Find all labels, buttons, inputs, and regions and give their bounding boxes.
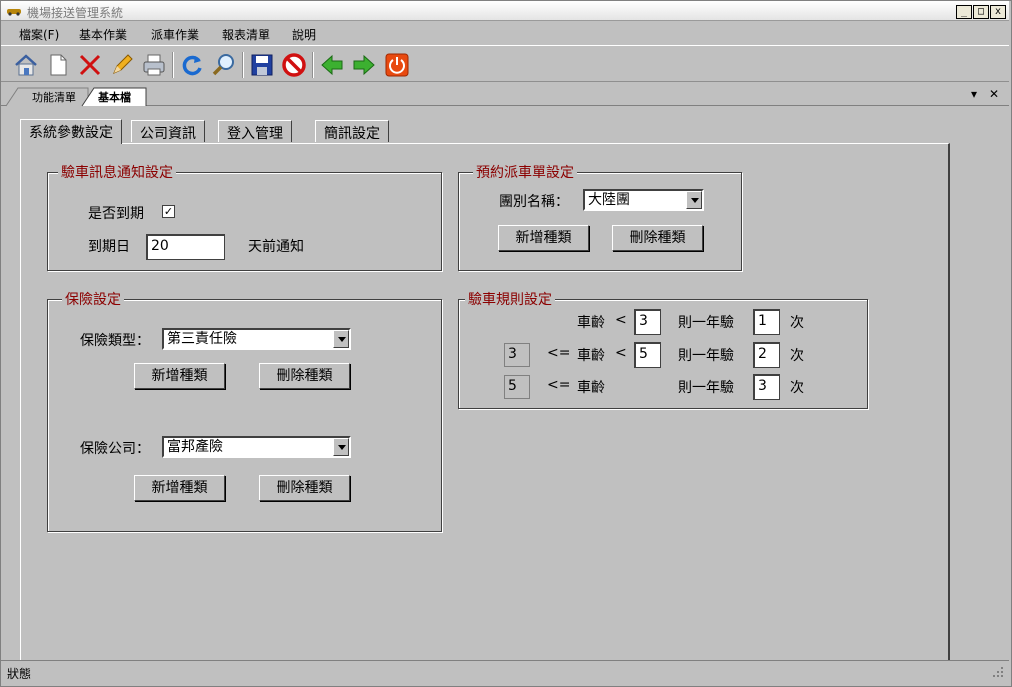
insurance-type-delete-button[interactable]: 刪除種類 bbox=[259, 363, 350, 389]
status-text: 狀態 bbox=[7, 667, 32, 681]
rule2-min-age-input: 3 bbox=[504, 343, 530, 367]
rule3-count-input[interactable]: 3 bbox=[753, 374, 780, 400]
chevron-down-icon[interactable] bbox=[333, 330, 349, 348]
insurance-type-add-button[interactable]: 新增種類 bbox=[134, 363, 225, 389]
insurance-type-value: 第三責任險 bbox=[167, 331, 237, 347]
rule1-count-input[interactable]: 1 bbox=[753, 309, 780, 335]
insurance-company-add-button[interactable]: 新增種類 bbox=[134, 475, 225, 501]
group-name-label: 團別名稱： bbox=[499, 194, 569, 210]
insurance-type-select[interactable]: 第三責任險 bbox=[162, 328, 351, 350]
insurance-group: 保險設定 保險類型： 第三責任險 新增種類 刪除種類 保險公司： 富邦產險 新增… bbox=[47, 289, 442, 532]
status-bar: 狀態 bbox=[1, 660, 1009, 685]
inspection-notice-title: 驗車訊息通知設定 bbox=[58, 162, 176, 182]
reservation-group: 預約派車單設定 團別名稱： 大陸團 新增種類 刪除種類 bbox=[458, 162, 742, 271]
expire-days-suffix: 天前通知 bbox=[248, 239, 304, 255]
rule1-age-label: 車齡 bbox=[577, 315, 605, 331]
reservation-add-button[interactable]: 新增種類 bbox=[498, 225, 589, 251]
insurance-company-label: 保險公司： bbox=[80, 441, 150, 457]
tab-company-info[interactable]: 公司資訊 bbox=[131, 120, 205, 142]
rule2-times-label: 次 bbox=[790, 348, 804, 364]
insurance-company-delete-button[interactable]: 刪除種類 bbox=[259, 475, 350, 501]
menu-file[interactable]: 檔案(F) bbox=[19, 26, 59, 43]
rule2-max-age-input[interactable]: 5 bbox=[634, 342, 661, 368]
home-icon[interactable] bbox=[11, 50, 40, 79]
rule1-lt: < bbox=[615, 312, 627, 328]
rule2-count-input[interactable]: 2 bbox=[753, 342, 780, 368]
toolbar-separator bbox=[172, 52, 174, 78]
rule2-le: <= bbox=[547, 345, 571, 361]
print-icon[interactable] bbox=[139, 50, 168, 79]
tab-list-dropdown[interactable]: ▾ bbox=[971, 87, 977, 101]
group-name-value: 大陸團 bbox=[588, 192, 630, 208]
document-tab-strip: 功能清單 基本檔 ▾ ✕ bbox=[1, 84, 1009, 107]
menu-dispatch-operations[interactable]: 派車作業 bbox=[151, 26, 199, 43]
minimize-button[interactable]: _ bbox=[956, 5, 972, 19]
insurance-title: 保險設定 bbox=[62, 289, 124, 309]
cancel-icon[interactable] bbox=[279, 50, 308, 79]
toolbar-separator bbox=[312, 52, 314, 78]
resize-grip-icon[interactable] bbox=[990, 665, 1004, 679]
delete-icon[interactable] bbox=[75, 50, 104, 79]
rule2-per-year-label: 則一年驗 bbox=[678, 348, 734, 364]
expire-days-label: 到期日 bbox=[88, 239, 130, 255]
insurance-type-label: 保險類型： bbox=[80, 333, 150, 349]
rule2-lt: < bbox=[615, 345, 627, 361]
menu-basic-operations[interactable]: 基本作業 bbox=[79, 26, 127, 43]
rule1-times-label: 次 bbox=[790, 315, 804, 331]
inspection-notice-group: 驗車訊息通知設定 是否到期 ✓ 到期日 20 天前通知 bbox=[47, 162, 442, 271]
insurance-company-select[interactable]: 富邦產險 bbox=[162, 436, 351, 458]
chevron-down-icon[interactable] bbox=[686, 191, 702, 209]
rule1-per-year-label: 則一年驗 bbox=[678, 315, 734, 331]
toolbar bbox=[1, 45, 1009, 82]
rule3-per-year-label: 則一年驗 bbox=[678, 380, 734, 396]
menu-help[interactable]: 說明 bbox=[292, 26, 316, 43]
inspection-rules-title: 驗車規則設定 bbox=[465, 289, 555, 309]
expire-label: 是否到期 bbox=[88, 206, 144, 222]
search-icon[interactable] bbox=[209, 50, 238, 79]
reservation-title: 預約派車單設定 bbox=[473, 162, 577, 182]
close-button[interactable]: x bbox=[990, 5, 1006, 19]
exit-icon[interactable] bbox=[382, 50, 411, 79]
expire-checkbox[interactable]: ✓ bbox=[162, 205, 175, 218]
tab-system-parameters[interactable]: 系統參數設定 bbox=[20, 119, 122, 144]
edit-icon[interactable] bbox=[107, 50, 136, 79]
inspection-rules-group: 驗車規則設定 車齡 < 3 則一年驗 1 次 3 <= 車齡 < 5 則一年驗 … bbox=[458, 289, 868, 409]
tab-close-button[interactable]: ✕ bbox=[989, 87, 999, 101]
tab-login-management[interactable]: 登入管理 bbox=[218, 120, 292, 142]
insurance-company-value: 富邦產險 bbox=[167, 439, 223, 455]
expire-days-input[interactable]: 20 bbox=[146, 234, 225, 260]
rule1-max-age-input[interactable]: 3 bbox=[634, 309, 661, 335]
rule3-min-age-input: 5 bbox=[504, 375, 530, 399]
prev-icon[interactable] bbox=[317, 50, 346, 79]
window-title: 機場接送管理系統 bbox=[27, 6, 124, 20]
app-car-icon bbox=[7, 9, 21, 16]
maximize-button[interactable]: □ bbox=[973, 5, 989, 19]
tab-sms-settings[interactable]: 簡訊設定 bbox=[315, 120, 389, 142]
toolbar-separator bbox=[242, 52, 244, 78]
tab-function-list[interactable]: 功能清單 bbox=[32, 89, 76, 105]
next-icon[interactable] bbox=[349, 50, 378, 79]
rule3-le: <= bbox=[547, 377, 571, 393]
group-name-select[interactable]: 大陸團 bbox=[583, 189, 704, 211]
rule2-age-label: 車齡 bbox=[577, 348, 605, 364]
tab-basic-file[interactable]: 基本檔 bbox=[98, 89, 131, 105]
refresh-icon[interactable] bbox=[177, 50, 206, 79]
menu-report-list[interactable]: 報表清單 bbox=[222, 26, 270, 43]
new-doc-icon[interactable] bbox=[43, 50, 72, 79]
reservation-delete-button[interactable]: 刪除種類 bbox=[612, 225, 703, 251]
rule3-age-label: 車齡 bbox=[577, 380, 605, 396]
title-bar: 機場接送管理系統 _ □ x bbox=[1, 1, 1009, 21]
save-icon[interactable] bbox=[247, 50, 276, 79]
document-tab-shapes bbox=[5, 87, 147, 107]
chevron-down-icon[interactable] bbox=[333, 438, 349, 456]
menu-bar: 檔案(F) 基本作業 派車作業 報表清單 說明 bbox=[1, 22, 1009, 44]
rule3-times-label: 次 bbox=[790, 380, 804, 396]
